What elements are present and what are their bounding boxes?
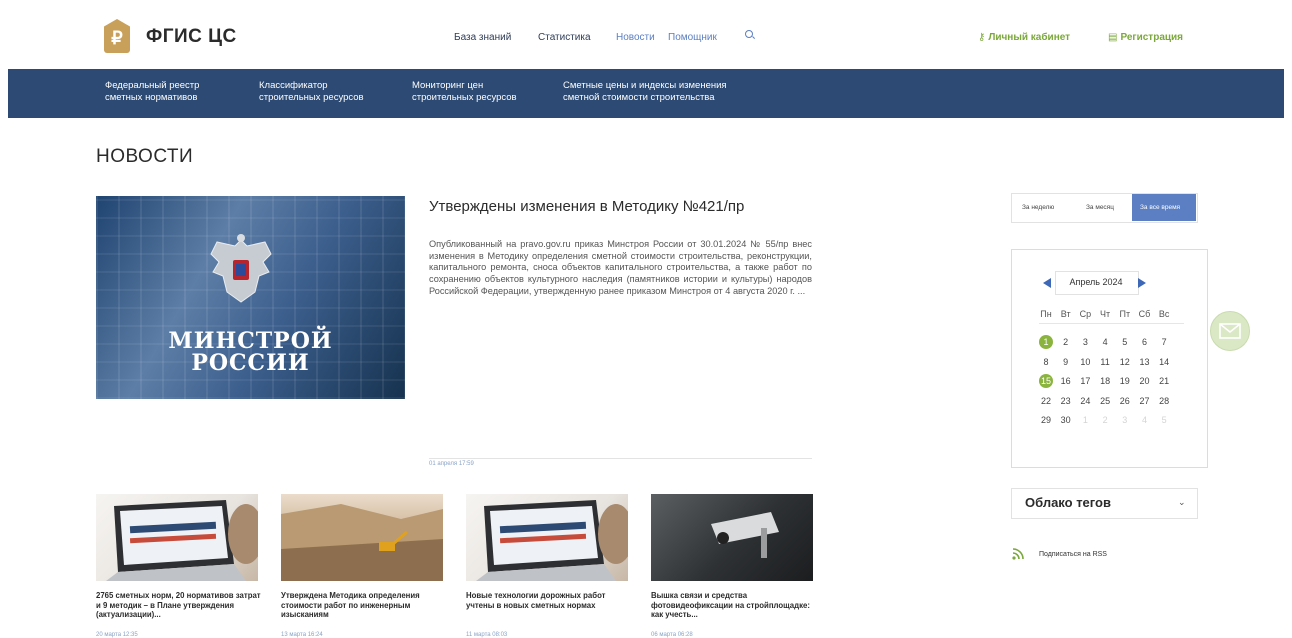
calendar-day: 1 xyxy=(1082,415,1088,425)
calendar-day[interactable]: 13 xyxy=(1136,357,1154,367)
calendar-day[interactable]: 3 xyxy=(1076,337,1094,347)
calendar-weekday: Ср xyxy=(1079,309,1092,319)
news-card-date: 13 марта 16:24 xyxy=(281,632,323,638)
mail-button[interactable] xyxy=(1210,311,1250,351)
nav-news[interactable]: Новости xyxy=(616,32,655,43)
emblem-icon xyxy=(210,234,272,303)
calendar-day[interactable]: 23 xyxy=(1057,396,1075,406)
calendar-day[interactable]: 29 xyxy=(1037,415,1055,425)
filter-month[interactable]: За месяц xyxy=(1086,204,1114,211)
news-card-image[interactable] xyxy=(651,494,813,581)
quarry-illustration xyxy=(281,504,443,581)
calendar-weekday: Пт xyxy=(1119,309,1131,319)
calendar-day[interactable]: 5 xyxy=(1116,337,1134,347)
image-caption-line2: РОССИИ xyxy=(191,350,310,376)
calendar-day[interactable]: 11 xyxy=(1096,357,1114,367)
calendar-day[interactable]: 27 xyxy=(1136,396,1154,406)
calendar-weekday: Вт xyxy=(1060,309,1071,319)
calendar-day[interactable]: 2 xyxy=(1057,337,1075,347)
calendar-day[interactable]: 8 xyxy=(1037,357,1055,367)
register-link[interactable]: ▤ Регистрация xyxy=(1108,32,1183,43)
calendar-day[interactable]: 7 xyxy=(1155,337,1173,347)
filter-all-time[interactable]: За все время xyxy=(1140,204,1180,211)
calendar-day: 3 xyxy=(1122,415,1128,425)
chevron-down-icon[interactable]: ⌄ xyxy=(1178,497,1186,508)
calendar-day[interactable]: 19 xyxy=(1116,376,1134,386)
calendar-day[interactable]: 16 xyxy=(1057,376,1075,386)
news-card-image[interactable] xyxy=(281,494,443,581)
calendar-weekday: Сб xyxy=(1138,309,1151,319)
laptop-illustration xyxy=(476,500,628,581)
calendar-day[interactable]: 21 xyxy=(1155,376,1173,386)
calendar-day[interactable]: 28 xyxy=(1155,396,1173,406)
calendar-weekday: Вс xyxy=(1158,309,1170,319)
nav-statistics[interactable]: Статистика xyxy=(538,32,591,43)
calendar-day[interactable]: 26 xyxy=(1116,396,1134,406)
divider xyxy=(429,458,812,459)
news-card-title[interactable]: Вышка связи и средства фотовидеофиксации… xyxy=(651,591,817,620)
featured-news-image[interactable]: МИНСТРОЙ РОССИИ xyxy=(96,196,405,399)
calendar-day[interactable]: 4 xyxy=(1096,337,1114,347)
news-card-image[interactable] xyxy=(466,494,628,581)
logo-text[interactable]: ФГИС ЦС xyxy=(146,26,237,48)
calendar-day[interactable]: 24 xyxy=(1076,396,1094,406)
nav-knowledge-base[interactable]: База знаний xyxy=(454,32,511,43)
nav-assistant[interactable]: Помощник xyxy=(668,32,717,43)
envelope-icon xyxy=(1219,323,1241,339)
calendar-day[interactable]: 15 xyxy=(1037,376,1055,386)
calendar-day: 2 xyxy=(1102,415,1108,425)
calendar-day[interactable]: 25 xyxy=(1096,396,1114,406)
filter-week[interactable]: За неделю xyxy=(1022,204,1054,211)
calendar-day[interactable]: 1 xyxy=(1037,337,1055,347)
calendar-day[interactable]: 20 xyxy=(1136,376,1154,386)
calendar-day[interactable]: 30 xyxy=(1057,415,1075,425)
menu-price-monitoring[interactable]: Мониторинг цен строительных ресурсов xyxy=(412,80,517,104)
menu-classifier[interactable]: Классификатор строительных ресурсов xyxy=(259,80,364,104)
calendar-day[interactable]: 12 xyxy=(1116,357,1134,367)
search-icon[interactable] xyxy=(745,30,753,38)
laptop-illustration xyxy=(106,500,258,581)
featured-news-title[interactable]: Утверждены изменения в Методику №421/пр xyxy=(429,198,744,215)
featured-news-date: 01 апреля 17:59 xyxy=(429,461,474,467)
key-icon: ⚷ xyxy=(978,32,986,43)
calendar-day[interactable]: 10 xyxy=(1076,357,1094,367)
camera-illustration xyxy=(711,512,779,558)
news-card-title[interactable]: Новые технологии дорожных работ учтены в… xyxy=(466,591,632,610)
divider xyxy=(1039,323,1184,324)
calendar-month: Апрель 2024 xyxy=(1069,277,1123,287)
page-title: НОВОСТИ xyxy=(96,146,194,167)
calendar-day[interactable]: 18 xyxy=(1096,376,1114,386)
news-card-image[interactable] xyxy=(96,494,258,581)
form-icon: ▤ xyxy=(1108,32,1118,43)
next-month-icon[interactable] xyxy=(1138,278,1146,288)
calendar-weekday: Пн xyxy=(1040,309,1052,319)
calendar-weekday: Чт xyxy=(1100,309,1111,319)
rss-subscribe-link[interactable]: Подписаться на RSS xyxy=(1039,551,1107,558)
news-card-title[interactable]: Утверждена Методика определения стоимост… xyxy=(281,591,447,620)
calendar-day: 5 xyxy=(1161,415,1167,425)
calendar-day: 4 xyxy=(1141,415,1147,425)
menu-estimate-prices[interactable]: Сметные цены и индексы изменения сметной … xyxy=(563,80,727,104)
menu-federal-registry[interactable]: Федеральный реестр сметных нормативов xyxy=(105,80,199,104)
news-card-date: 20 марта 12:35 xyxy=(96,632,138,638)
calendar-day[interactable]: 17 xyxy=(1076,376,1094,386)
calendar-day[interactable]: 22 xyxy=(1037,396,1055,406)
logo-icon[interactable]: ₽ xyxy=(104,19,130,53)
news-card-title[interactable]: 2765 сметных норм, 20 нормативов затрат … xyxy=(96,591,262,620)
calendar-day[interactable]: 6 xyxy=(1136,337,1154,347)
featured-news-text: Опубликованный на pravo.gov.ru приказ Ми… xyxy=(429,239,812,296)
tags-label: Облако тегов xyxy=(1025,495,1111,510)
news-card-date: 11 марта 08:03 xyxy=(466,632,508,638)
news-card-date: 06 марта 06:28 xyxy=(651,632,693,638)
rss-icon[interactable] xyxy=(1012,548,1024,560)
account-link[interactable]: ⚷ Личный кабинет xyxy=(978,32,1070,43)
prev-month-icon[interactable] xyxy=(1043,278,1051,288)
calendar-day[interactable]: 14 xyxy=(1155,357,1173,367)
calendar-day[interactable]: 9 xyxy=(1057,357,1075,367)
